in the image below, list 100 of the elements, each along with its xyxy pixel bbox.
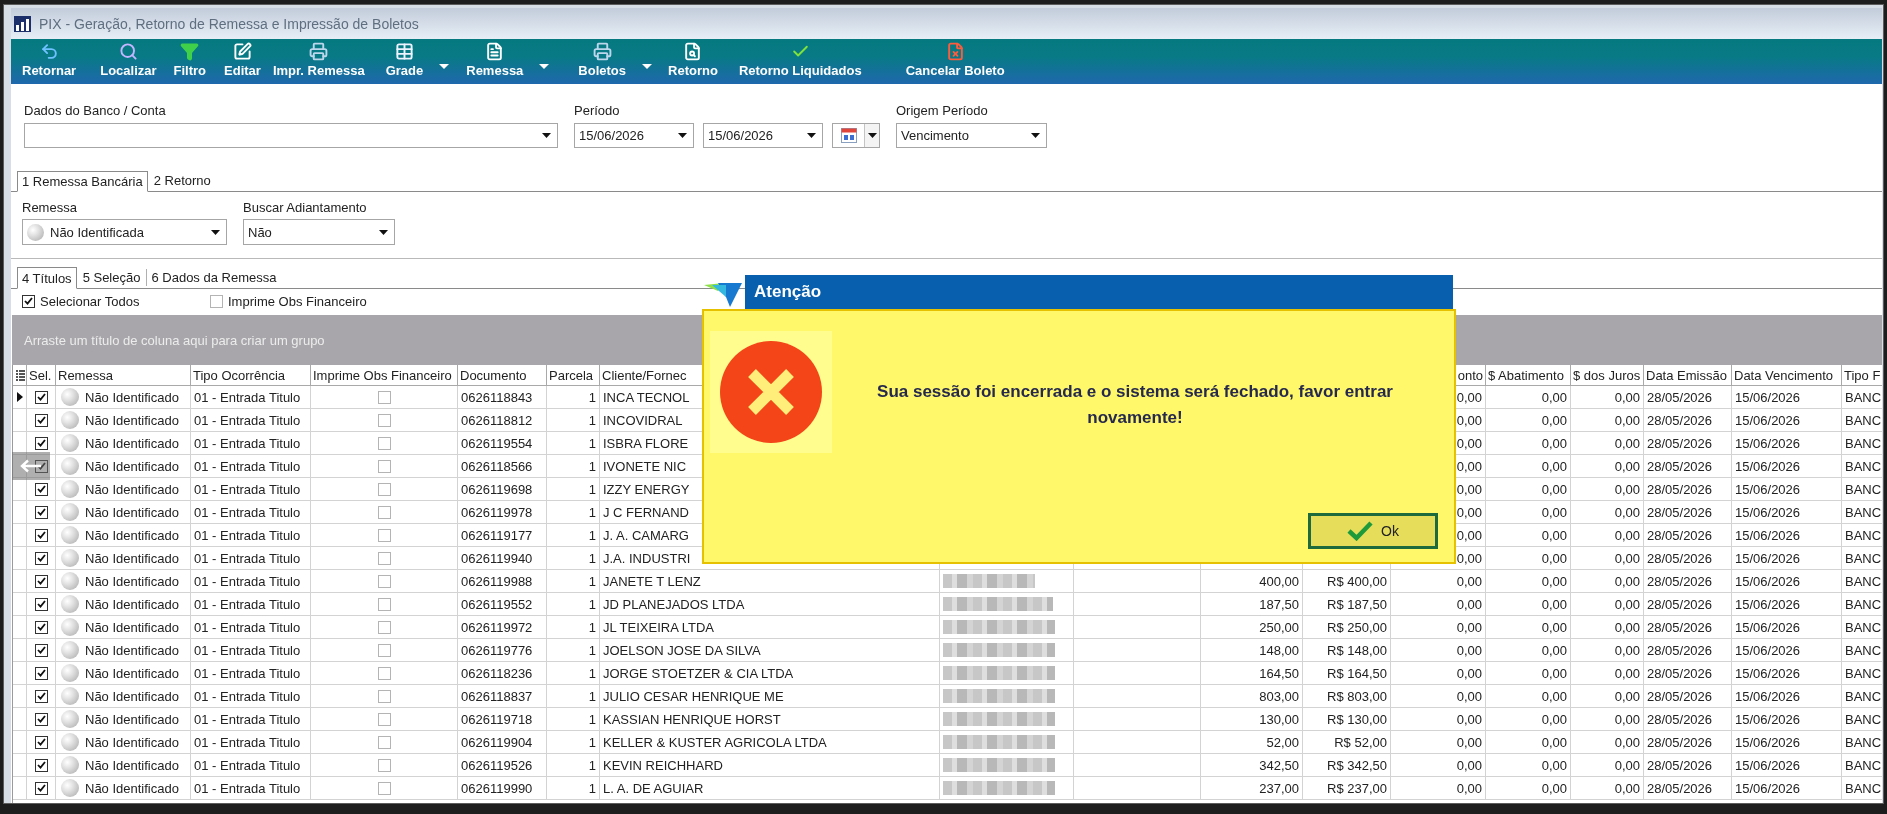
column-header[interactable]: Remessa [58,367,113,383]
table-cell: 01 - Entrada Titulo [194,688,301,704]
caret-icon[interactable] [539,64,550,69]
end-date-field[interactable]: 15/06/2026 [703,123,823,148]
column-header[interactable]: $ dos Juros [1573,367,1641,383]
table-cell: 28/05/2026 [1647,734,1713,750]
checkbox[interactable] [377,528,391,542]
checkbox[interactable] [377,459,391,473]
checkbox[interactable] [377,390,391,404]
field-label: Origem Período [896,103,989,118]
calendar-button[interactable] [832,123,880,148]
checkbox[interactable] [377,482,391,496]
column-header[interactable]: $ Abatimento [1488,367,1564,383]
checkbox[interactable] [377,551,391,565]
checkbox[interactable] [377,735,391,749]
column-header[interactable]: Tipo Ocorrência [193,367,285,383]
checkbox[interactable] [34,413,48,427]
table-cell: 0626119177 [461,527,533,543]
column-header[interactable]: Tipo F [1844,367,1881,383]
checkbox[interactable] [34,666,48,680]
toolbar-button[interactable]: Grade [381,39,428,84]
tab[interactable]: 1 Remessa Bancária [17,171,148,192]
checkbox[interactable] [34,781,48,795]
checkbox[interactable] [22,294,35,308]
column-chooser-icon[interactable] [15,370,25,381]
checkbox[interactable] [34,712,48,726]
table-cell: 1 [588,504,596,520]
table-cell: Não Identificado [85,757,179,773]
checkbox[interactable] [377,574,391,588]
checkbox[interactable] [210,294,223,308]
table-cell: Não Identificado [85,596,179,612]
checkbox-label[interactable]: Selecionar Todos [40,293,140,309]
toolbar-button[interactable]: Impr. Remessa [268,39,369,84]
column-header[interactable]: Cliente/Fornec [602,367,687,383]
toolbar-button[interactable]: Localizar [96,39,161,84]
column-header[interactable]: Documento [460,367,527,383]
checkbox[interactable] [34,436,48,450]
table-cell: Não Identificado [85,642,179,658]
tab[interactable]: 4 Títulos [17,267,77,289]
checkbox[interactable] [377,758,391,772]
table-cell: 0,00 [1541,504,1567,520]
table-cell: 0,00 [1456,642,1482,658]
column-header[interactable]: onto [1457,367,1483,383]
checkbox[interactable] [34,482,48,496]
toolbar-button[interactable]: Retorno Liquidados [734,39,866,84]
checkbox[interactable] [34,758,48,772]
table-cell: 15/06/2026 [1735,573,1801,589]
checkbox[interactable] [34,551,48,565]
column-header[interactable]: Parcela [549,367,594,383]
table-cell: 0626118843 [461,389,533,405]
column-header[interactable]: Imprime Obs Financeiro [313,367,452,383]
checkbox[interactable] [34,620,48,634]
checkbox[interactable] [34,643,48,657]
table-cell: 15/06/2026 [1735,642,1801,658]
checkbox[interactable] [377,781,391,795]
column-header[interactable]: Data Vencimento [1734,367,1833,383]
table-cell: 0626118837 [461,688,533,704]
checkbox[interactable] [34,528,48,542]
table-cell: 15/06/2026 [1735,435,1801,451]
checkbox[interactable] [377,666,391,680]
table-cell: 15/06/2026 [1735,412,1801,428]
toolbar-button[interactable]: Editar [220,39,265,84]
table-cell: Não Identificado [85,688,179,704]
period-origin-select[interactable]: Vencimento [896,123,1047,148]
advance-search-select[interactable]: Não [243,219,395,245]
toolbar-button[interactable]: Filtro [169,39,211,84]
remessa-select[interactable]: Não Identificada [22,219,227,245]
checkbox[interactable] [34,689,48,703]
toolbar-button[interactable]: Remessa [462,39,528,84]
toolbar-button[interactable]: Boletos [574,39,631,84]
checkbox[interactable] [34,735,48,749]
ok-button[interactable]: Ok [1308,513,1438,549]
checkbox[interactable] [34,574,48,588]
table-cell: KEVIN REICHHARD [603,757,723,773]
checkbox[interactable] [377,413,391,427]
column-header[interactable]: Data Emissão [1646,367,1727,383]
toolbar-button[interactable]: Retornar [18,39,81,84]
table-cell: BANC [1845,757,1882,773]
checkbox[interactable] [377,597,391,611]
checkbox-label[interactable]: Imprime Obs Financeiro [228,293,367,309]
table-cell: 1 [588,780,596,796]
checkbox[interactable] [377,620,391,634]
checkbox[interactable] [34,505,48,519]
checkbox[interactable] [34,390,48,404]
checkbox[interactable] [377,643,391,657]
column-header[interactable]: Sel. [29,367,52,383]
checkbox[interactable] [377,505,391,519]
toolbar-button[interactable]: Retorno [664,39,722,84]
checkbox[interactable] [34,459,48,473]
checkbox[interactable] [377,689,391,703]
caret-icon[interactable] [439,64,450,69]
checkbox[interactable] [377,436,391,450]
start-date-field[interactable]: 15/06/2026 [574,123,694,148]
checkbox[interactable] [34,597,48,611]
table-cell: BANC [1845,642,1882,658]
toolbar-button[interactable]: Cancelar Boleto [901,39,1009,84]
caret-icon[interactable] [642,64,653,69]
table-cell: 0626119972 [461,619,533,635]
table-cell: BANC [1845,573,1882,589]
checkbox[interactable] [377,712,391,726]
